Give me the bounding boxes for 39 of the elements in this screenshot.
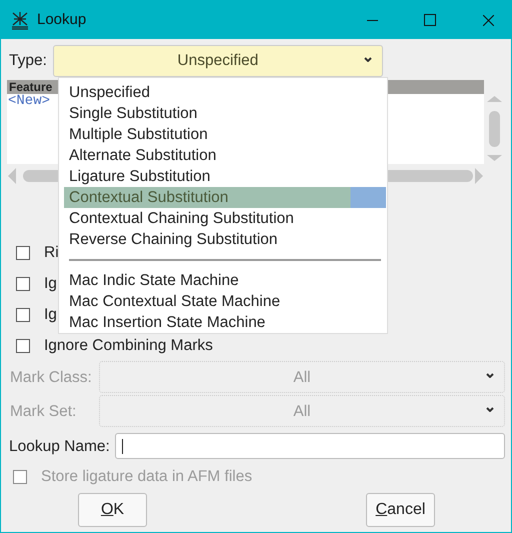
- caret-icon: [486, 407, 494, 412]
- column-header: Feature: [9, 80, 52, 94]
- app-icon: [11, 10, 29, 30]
- checkbox[interactable]: [16, 338, 30, 353]
- menu-item[interactable]: Ligature Substitution: [64, 166, 386, 187]
- cancel-button[interactable]: Cancel: [366, 493, 435, 528]
- type-dropdown[interactable]: Unspecified: [52, 45, 383, 77]
- checkbox[interactable]: [16, 308, 30, 322]
- caret-icon: [364, 57, 372, 62]
- type-label: Type:: [8, 51, 48, 72]
- menu-item[interactable]: Mac Indic State Machine: [64, 270, 386, 291]
- menu-item[interactable]: Multiple Substitution: [64, 124, 386, 145]
- window-title: Lookup: [37, 10, 86, 30]
- checkbox-label: Ig: [44, 274, 57, 294]
- lookup-name-label: Lookup Name:: [8, 436, 110, 457]
- ok-button[interactable]: OK: [78, 493, 147, 528]
- text-cursor: [122, 438, 123, 454]
- menu-item[interactable]: Mac Insertion State Machine: [64, 312, 386, 333]
- checkbox[interactable]: [16, 276, 30, 291]
- menu-item[interactable]: Contextual Substitution: [64, 187, 386, 208]
- menu-item[interactable]: Unspecified: [64, 82, 386, 103]
- caret-icon: [486, 373, 494, 378]
- checkbox[interactable]: [16, 246, 30, 260]
- checkbox-label: Ri: [44, 243, 59, 264]
- menu-item[interactable]: Alternate Substitution: [64, 145, 386, 166]
- checkbox-label: Ig: [44, 305, 57, 326]
- checkbox-label: Store ligature data in AFM files: [41, 467, 252, 488]
- close-icon[interactable]: [482, 14, 494, 26]
- menu-item[interactable]: Single Substitution: [64, 103, 386, 124]
- lookup-name-field[interactable]: [114, 433, 505, 460]
- mark-set-label: Mark Set:: [9, 402, 78, 422]
- vertical-scrollbar[interactable]: [486, 94, 503, 164]
- menu-item[interactable]: Contextual Chaining Substitution: [64, 208, 386, 229]
- checkbox-label: Ignore Combining Marks: [44, 336, 213, 356]
- mark-class-label: Mark Class:: [9, 368, 93, 388]
- list-item[interactable]: <New>: [8, 93, 50, 109]
- maximize-icon[interactable]: [424, 14, 436, 26]
- menu-item[interactable]: Mac Contextual State Machine: [64, 291, 386, 312]
- menu-item[interactable]: Reverse Chaining Substitution: [64, 229, 386, 250]
